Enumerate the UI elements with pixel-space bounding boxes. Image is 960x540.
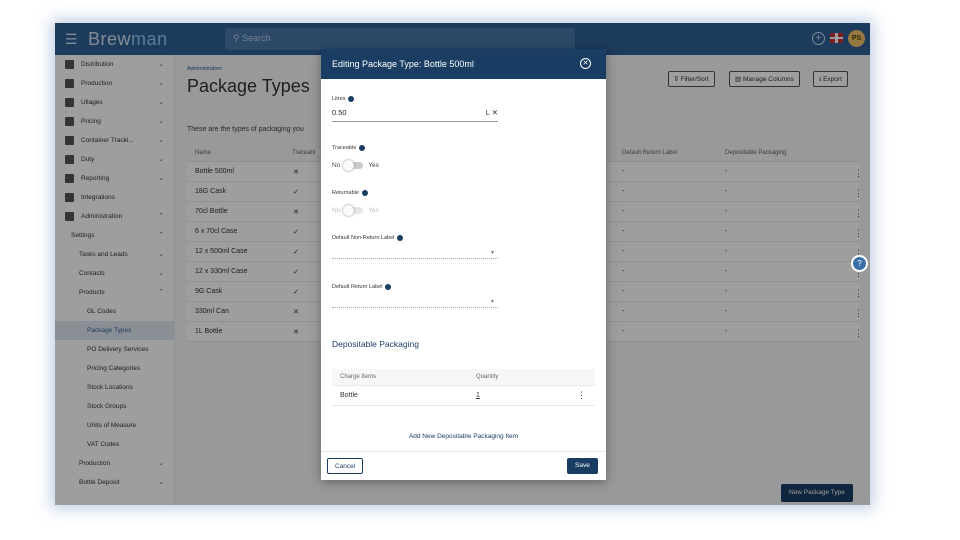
table-header: Charge Items Quantity <box>332 369 595 386</box>
info-icon[interactable] <box>361 190 368 196</box>
save-button[interactable]: Save <box>567 458 598 474</box>
dialog-footer: Cancel Save <box>321 451 606 480</box>
dialog-header: Editing Package Type: Bottle 500ml ✕ <box>321 49 606 79</box>
info-icon[interactable] <box>359 145 366 151</box>
help-icon[interactable]: ? <box>851 255 868 272</box>
returnable-label: Returnable <box>332 190 368 196</box>
traceable-label: Traceable <box>332 145 366 151</box>
info-icon[interactable] <box>397 235 404 241</box>
non-return-label-label: Default Non-Return Label <box>332 235 404 241</box>
returnable-toggle[interactable]: No Yes <box>332 205 379 216</box>
add-depositable-item-link[interactable]: Add New Depositable Packaging Item <box>321 433 606 440</box>
dropdown-arrow-icon: ▼ <box>490 250 495 256</box>
depositable-packaging-table: Charge Items Quantity Bottle 1 ⋮ <box>332 369 595 406</box>
close-icon[interactable]: ✕ <box>580 58 591 69</box>
row-menu-icon[interactable]: ⋮ <box>577 390 586 401</box>
litres-input[interactable]: 0.50 L ✕ <box>332 108 498 122</box>
dialog-title: Editing Package Type: Bottle 500ml <box>332 59 474 69</box>
return-label-label: Default Return Label <box>332 284 392 290</box>
col-charge-items: Charge Items <box>340 374 377 380</box>
non-return-label-select[interactable]: ▼ <box>332 247 498 259</box>
info-icon[interactable] <box>385 284 392 290</box>
info-icon[interactable] <box>348 96 355 102</box>
litres-label: Litres <box>332 96 355 102</box>
traceable-toggle[interactable]: No Yes <box>332 160 379 171</box>
edit-package-type-dialog: Editing Package Type: Bottle 500ml ✕ Lit… <box>321 49 606 480</box>
dropdown-arrow-icon: ▼ <box>490 299 495 305</box>
section-title: Depositable Packaging <box>332 339 419 349</box>
clear-icon[interactable]: ✕ <box>492 108 498 117</box>
col-quantity: Quantity <box>476 374 499 380</box>
return-label-select[interactable]: ▼ <box>332 296 498 308</box>
cancel-button[interactable]: Cancel <box>327 458 364 474</box>
table-row[interactable]: Bottle 1 ⋮ <box>332 386 595 406</box>
